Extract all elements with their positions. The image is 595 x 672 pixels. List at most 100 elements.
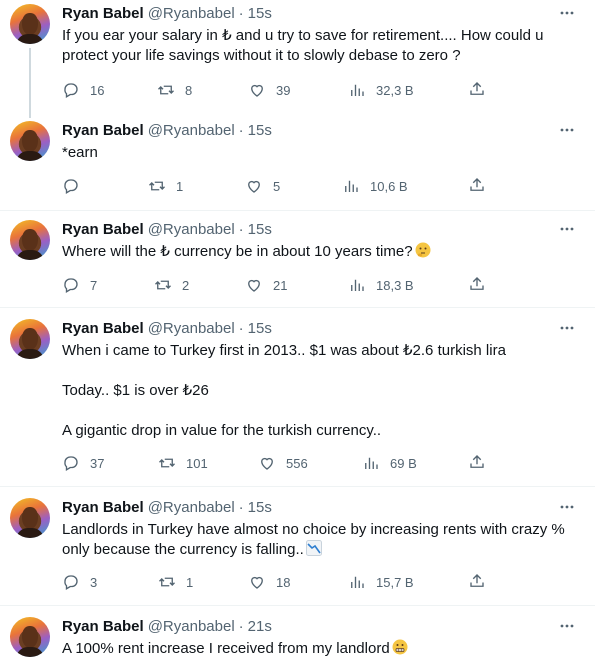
tweet[interactable]: Ryan Babel @Ryanbabel · 15s If you ear your… (0, 4, 595, 104)
reply-icon (64, 278, 78, 293)
author-name[interactable]: Ryan Babel (62, 618, 144, 635)
share-icon[interactable] (468, 275, 486, 293)
more-options-icon[interactable] (560, 500, 574, 514)
dot-separator: · (238, 5, 244, 22)
heart-icon (251, 84, 263, 97)
author-name[interactable]: Ryan Babel (62, 221, 144, 238)
author-name[interactable]: Ryan Babel (62, 5, 144, 22)
dot-separator: · (238, 221, 244, 238)
thinking-face-icon (415, 242, 431, 258)
views-button[interactable]: 69 B (362, 453, 417, 473)
timestamp[interactable]: 15s (248, 5, 272, 22)
tweet-header: Ryan Babel @Ryanbabel · 15s (62, 220, 272, 240)
tweet-text-line: Landlords in Turkey have almost no choic… (62, 521, 565, 538)
tweet-text: A 100% rent increase I received from my … (62, 639, 587, 659)
views-button[interactable]: 18,3 B (348, 275, 414, 295)
views-button[interactable]: 15,7 B (348, 572, 414, 592)
like-count: 18 (276, 574, 291, 590)
like-button[interactable]: 18 (248, 572, 290, 592)
action-bar: 1 5 10,6 B (62, 176, 492, 196)
retweet-button[interactable]: 2 (154, 275, 189, 295)
tweet-text-line: When i came to Turkey first in 2013.. $1… (62, 342, 506, 359)
tweet-text: If you ear your salary in ₺ and u try to… (62, 26, 587, 66)
tweet-header: Ryan Babel @Ryanbabel · 15s (62, 498, 272, 518)
view-count: 69 B (390, 455, 417, 471)
like-count: 39 (276, 82, 291, 98)
author-name[interactable]: Ryan Babel (62, 499, 144, 516)
reply-icon (64, 456, 78, 471)
retweet-button[interactable]: 8 (157, 80, 192, 100)
like-button[interactable]: 39 (248, 80, 290, 100)
reply-button[interactable] (62, 176, 90, 196)
retweet-button[interactable]: 1 (148, 176, 183, 196)
avatar[interactable] (10, 220, 50, 260)
like-button[interactable]: 556 (258, 453, 308, 473)
view-count: 10,6 B (370, 178, 408, 194)
avatar[interactable] (10, 498, 50, 538)
reply-count: 3 (90, 574, 98, 590)
tweet-text-line: only because the currency is falling.. (62, 541, 304, 558)
share-icon[interactable] (468, 453, 486, 471)
more-options-icon[interactable] (560, 222, 574, 236)
avatar[interactable] (10, 319, 50, 359)
share-icon[interactable] (468, 80, 486, 98)
author-handle[interactable]: @Ryanbabel (148, 499, 235, 516)
retweet-icon (159, 458, 175, 468)
tweet-header: Ryan Babel @Ryanbabel · 15s (62, 4, 272, 24)
avatar[interactable] (10, 121, 50, 161)
retweet-icon (159, 577, 175, 587)
tweet[interactable]: Ryan Babel @Ryanbabel · 15s Landlords in Tu… (0, 498, 595, 598)
more-options-icon[interactable] (560, 321, 574, 335)
tweet[interactable]: Ryan Babel @Ryanbabel · 15s Where will the … (0, 220, 595, 300)
timestamp[interactable]: 21s (248, 618, 272, 635)
author-handle[interactable]: @Ryanbabel (148, 618, 235, 635)
tweet[interactable]: Ryan Babel @Ryanbabel · 15s *earn 1 5 10,6 … (0, 121, 595, 201)
tweet[interactable]: Ryan Babel @Ryanbabel · 21s A 100% rent inc… (0, 617, 595, 672)
avatar[interactable] (10, 617, 50, 657)
heart-icon (261, 457, 273, 470)
retweet-button[interactable]: 101 (158, 453, 208, 473)
share-icon[interactable] (468, 572, 486, 590)
share-icon[interactable] (468, 176, 486, 194)
more-options-icon[interactable] (560, 619, 574, 633)
view-count: 15,7 B (376, 574, 414, 590)
action-bar: 37 101 556 69 B (62, 453, 492, 473)
reply-button[interactable]: 3 (62, 572, 97, 592)
timestamp[interactable]: 15s (248, 221, 272, 238)
tweet-header: Ryan Babel @Ryanbabel · 21s (62, 617, 272, 637)
timestamp[interactable]: 15s (248, 320, 272, 337)
author-name[interactable]: Ryan Babel (62, 122, 144, 139)
reply-button[interactable]: 7 (62, 275, 97, 295)
more-options-icon[interactable] (560, 123, 574, 137)
retweet-button[interactable]: 1 (158, 572, 193, 592)
author-name[interactable]: Ryan Babel (62, 320, 144, 337)
timestamp[interactable]: 15s (248, 499, 272, 516)
author-handle[interactable]: @Ryanbabel (148, 320, 235, 337)
views-button[interactable]: 10,6 B (342, 176, 408, 196)
action-bar: 3 1 18 15,7 B (62, 572, 492, 592)
tweet[interactable]: Ryan Babel @Ryanbabel · 15s When i came to … (0, 319, 595, 479)
reply-button[interactable]: 16 (62, 80, 104, 100)
timestamp[interactable]: 15s (248, 122, 272, 139)
like-button[interactable]: 5 (245, 176, 280, 196)
views-button[interactable]: 32,3 B (348, 80, 414, 100)
retweet-count: 101 (186, 455, 208, 471)
like-button[interactable]: 21 (245, 275, 287, 295)
more-options-icon[interactable] (560, 6, 574, 20)
retweet-icon (155, 280, 171, 290)
analytics-icon (351, 279, 364, 291)
action-bar: 7 2 21 18,3 B (62, 275, 492, 295)
chart-decreasing-icon (305, 540, 322, 556)
author-handle[interactable]: @Ryanbabel (148, 122, 235, 139)
tweet-text-line: *earn (62, 144, 98, 161)
avatar[interactable] (10, 4, 50, 44)
heart-icon (251, 576, 263, 589)
divider (0, 605, 595, 606)
tweet-text: Landlords in Turkey have almost no choic… (62, 520, 587, 560)
author-handle[interactable]: @Ryanbabel (148, 221, 235, 238)
author-handle[interactable]: @Ryanbabel (148, 5, 235, 22)
tweet-text: When i came to Turkey first in 2013.. $1… (62, 341, 587, 441)
view-count: 18,3 B (376, 277, 414, 293)
analytics-icon (365, 457, 378, 469)
reply-button[interactable]: 37 (62, 453, 104, 473)
